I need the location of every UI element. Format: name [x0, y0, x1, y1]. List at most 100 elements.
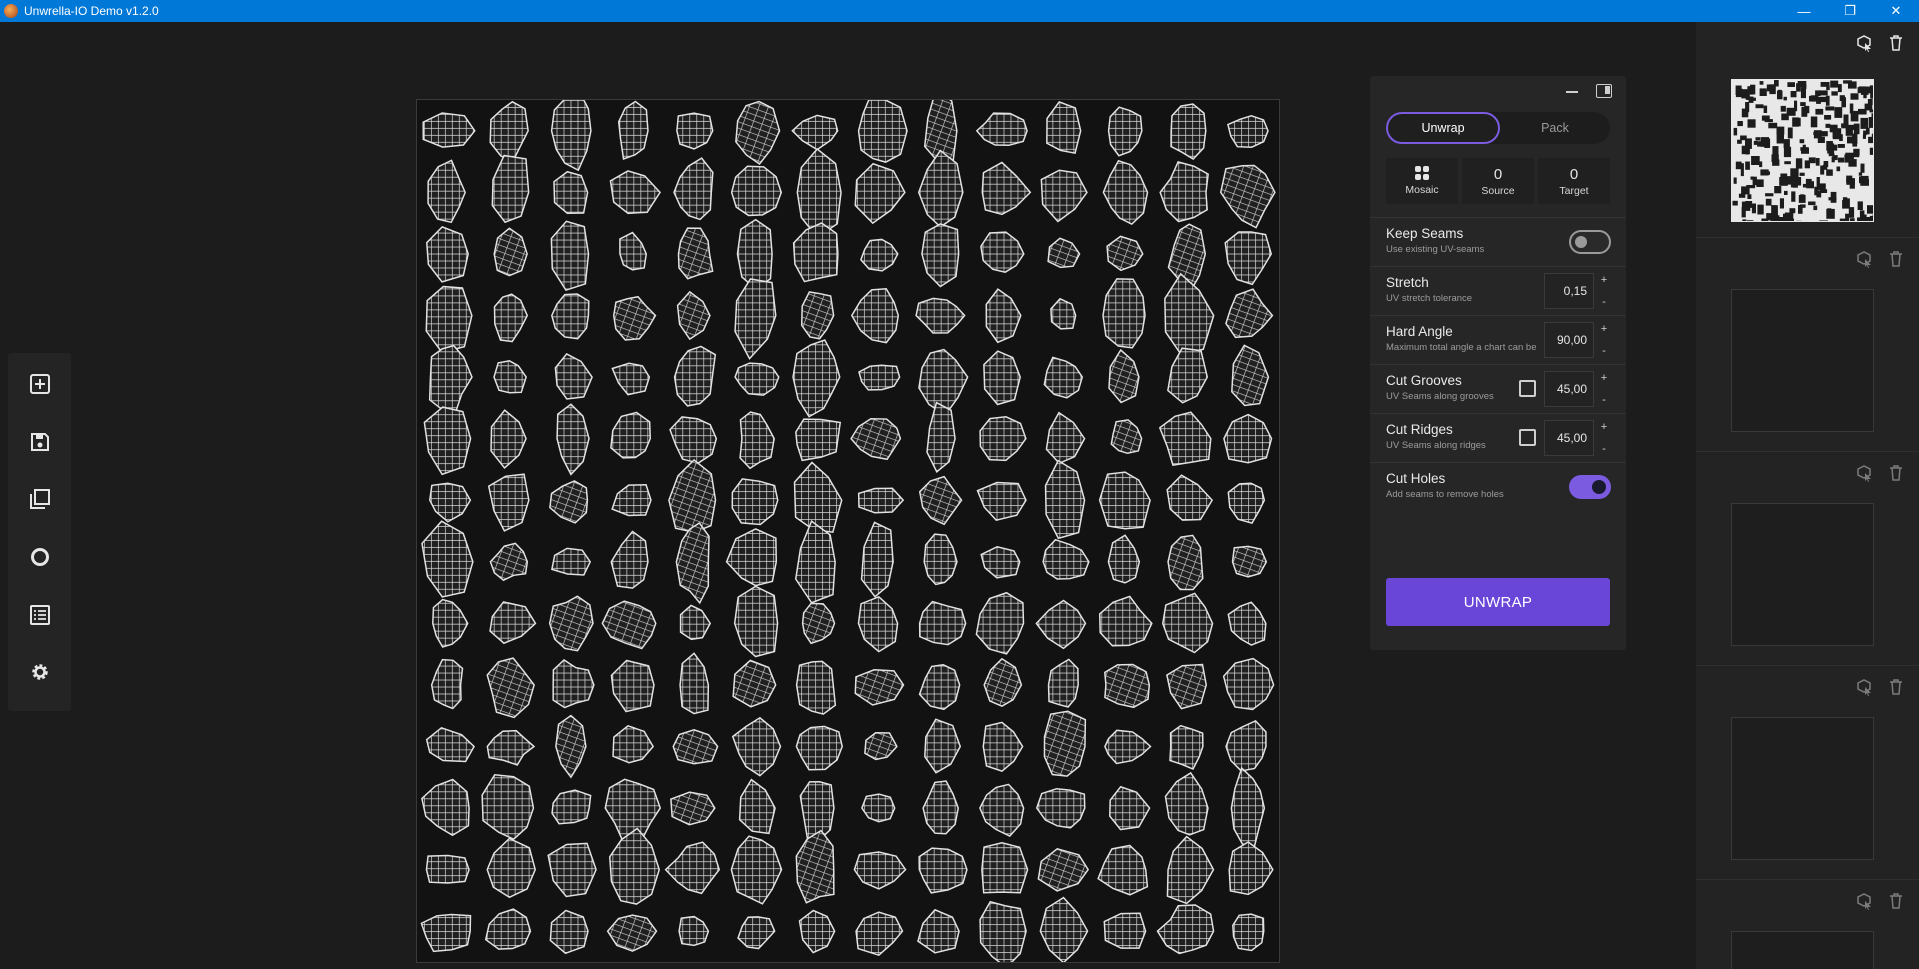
uv-island	[425, 285, 473, 354]
layers-button[interactable]	[20, 480, 60, 518]
list-button[interactable]	[20, 596, 60, 634]
trash-icon[interactable]	[1887, 34, 1905, 52]
uv-island	[669, 416, 718, 464]
thumbnail-gap	[1787, 82, 1795, 87]
unwrap-button[interactable]: UNWRAP	[1386, 578, 1610, 626]
thumbnail-gap	[1742, 219, 1747, 221]
restore-window-button[interactable]: ❐	[1827, 0, 1873, 22]
keep-seams-toggle[interactable]	[1569, 230, 1611, 254]
cut-ridges-increment-button[interactable]: +	[1601, 420, 1607, 434]
hard-angle-input[interactable]: 90,00	[1544, 322, 1594, 358]
uv-island	[549, 909, 589, 955]
result-thumbnail-4[interactable]	[1731, 717, 1874, 860]
hard-angle-decrement-button[interactable]: -	[1602, 344, 1606, 358]
thumbnail-gap	[1750, 84, 1756, 95]
thumbnail-gap	[1826, 85, 1830, 91]
thumbnail-gap	[1755, 137, 1761, 141]
cut-grooves-input[interactable]: 45,00	[1544, 371, 1594, 407]
trash-icon[interactable]	[1887, 464, 1905, 482]
result-slot-4[interactable]	[1696, 666, 1919, 880]
thumbnail-gap	[1763, 105, 1768, 113]
uv-island	[676, 290, 711, 341]
cut-ridges-input[interactable]: 45,00	[1544, 420, 1594, 456]
mosaic-button[interactable]: Mosaic	[1386, 158, 1458, 204]
uv-island	[610, 411, 652, 459]
uv-island	[857, 487, 905, 514]
stretch-decrement-button[interactable]: -	[1602, 295, 1606, 309]
tab-unwrap[interactable]: Unwrap	[1386, 112, 1500, 144]
cut-grooves-checkbox[interactable]	[1519, 380, 1536, 397]
save-button[interactable]	[20, 423, 60, 461]
minimize-panel-icon[interactable]	[1566, 84, 1578, 93]
uv-island	[493, 227, 528, 277]
thumbnail-gap	[1790, 91, 1797, 98]
uv-island	[739, 411, 775, 470]
result-thumbnail-1[interactable]	[1731, 79, 1874, 222]
uv-island	[1039, 896, 1089, 962]
uv-island	[554, 352, 593, 400]
thumbnail-gap	[1872, 214, 1873, 219]
thumbnail-gap	[1756, 179, 1764, 187]
select-uv-icon[interactable]	[1855, 464, 1873, 482]
thumbnail-gap	[1860, 163, 1865, 173]
select-uv-icon[interactable]	[1855, 34, 1873, 52]
stretch-increment-button[interactable]: +	[1601, 273, 1607, 287]
result-slot-5[interactable]	[1696, 880, 1919, 969]
cut-ridges-decrement-button[interactable]: -	[1602, 442, 1606, 456]
dock-panel-icon[interactable]	[1596, 84, 1612, 98]
thumbnail-gap	[1733, 127, 1738, 136]
select-uv-icon[interactable]	[1855, 678, 1873, 696]
trash-icon[interactable]	[1887, 892, 1905, 910]
cut-holes-title: Cut Holes	[1386, 471, 1446, 486]
result-slot-2[interactable]	[1696, 238, 1919, 452]
uv-island	[1158, 411, 1212, 466]
uv-island	[493, 293, 529, 343]
uv-island	[1110, 419, 1143, 455]
cut-holes-subtitle: Add seams to remove holes	[1386, 489, 1504, 500]
uv-island	[675, 522, 710, 605]
circle-button[interactable]	[20, 538, 60, 576]
cut-ridges-checkbox[interactable]	[1519, 429, 1536, 446]
save-icon	[30, 432, 49, 451]
trash-icon[interactable]	[1887, 250, 1905, 268]
hard-angle-increment-button[interactable]: +	[1601, 322, 1607, 336]
cut-grooves-decrement-button[interactable]: -	[1602, 393, 1606, 407]
add-button[interactable]	[20, 365, 60, 403]
uv-island	[487, 473, 530, 532]
uv-island	[850, 287, 900, 344]
thumbnail-gap	[1755, 104, 1764, 109]
uv-island	[1161, 592, 1214, 654]
uv-island	[1164, 771, 1209, 836]
thumbnail-gap	[1826, 115, 1830, 120]
result-thumbnail-2[interactable]	[1731, 289, 1874, 432]
thumbnail-gap	[1760, 169, 1769, 176]
result-thumbnail-5[interactable]	[1731, 931, 1874, 969]
select-uv-icon[interactable]	[1855, 892, 1873, 910]
select-uv-icon[interactable]	[1855, 250, 1873, 268]
thumbnail-gap	[1783, 146, 1792, 158]
uv-island	[1045, 411, 1086, 465]
uv-island	[679, 652, 710, 715]
uv-island	[795, 829, 835, 904]
uv-island	[1042, 538, 1090, 580]
uv-viewport[interactable]	[416, 99, 1280, 963]
settings-button[interactable]	[20, 653, 60, 691]
thumbnail-gap	[1800, 194, 1805, 201]
close-window-button[interactable]: ✕	[1873, 0, 1919, 22]
cut-grooves-increment-button[interactable]: +	[1601, 371, 1607, 385]
thumbnail-gap	[1843, 114, 1849, 125]
uv-island	[799, 780, 835, 842]
thumbnail-gap	[1819, 90, 1828, 96]
thumbnail-gap	[1800, 87, 1806, 99]
stretch-input[interactable]: 0,15	[1544, 273, 1594, 309]
cut-holes-toggle[interactable]	[1569, 475, 1611, 499]
result-slot-3[interactable]	[1696, 452, 1919, 666]
uv-island	[795, 660, 837, 715]
thumbnail-gap	[1751, 156, 1760, 165]
trash-icon[interactable]	[1887, 678, 1905, 696]
tab-pack[interactable]: Pack	[1500, 112, 1610, 144]
result-thumbnail-3[interactable]	[1731, 503, 1874, 646]
result-slot-1[interactable]	[1696, 22, 1919, 238]
uv-island	[732, 659, 777, 708]
minimize-window-button[interactable]: —	[1781, 0, 1827, 22]
